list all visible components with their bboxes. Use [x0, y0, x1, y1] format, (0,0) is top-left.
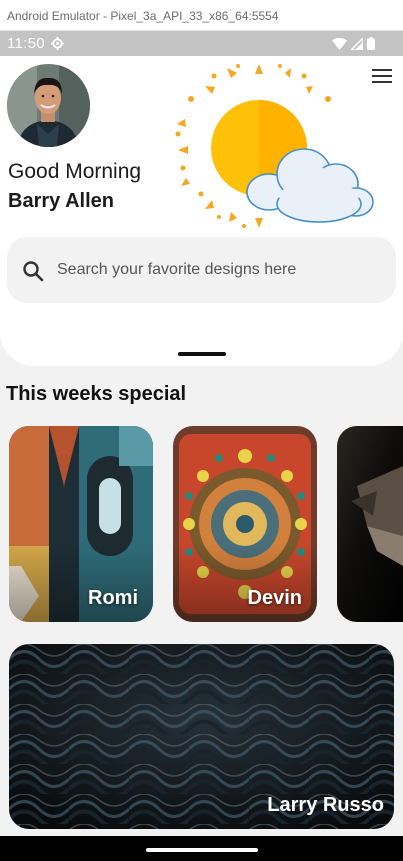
drag-handle[interactable] [178, 352, 226, 356]
cell-signal-icon [351, 37, 363, 50]
special-card-devin[interactable]: Devin [173, 426, 317, 622]
emulator-title-bar: Android Emulator - Pixel_3a_API_33_x86_6… [0, 0, 403, 31]
status-time: 11:50 [7, 35, 45, 52]
window-title: Android Emulator - Pixel_3a_API_33_x86_6… [7, 9, 279, 23]
special-card-partial[interactable] [337, 426, 403, 622]
search-icon [23, 261, 44, 282]
system-navigation-bar [0, 836, 403, 861]
avatar-photo [7, 64, 90, 147]
partly-sunny-icon [175, 64, 374, 228]
battery-icon [367, 37, 375, 50]
card-image [337, 426, 403, 622]
wifi-icon [332, 37, 347, 50]
greeting-text: Good Morning [8, 160, 142, 183]
avatar[interactable] [7, 64, 90, 147]
settings-gear-icon [51, 37, 64, 50]
section-title: This weeks special [6, 383, 187, 405]
status-bar: 11:50 [0, 31, 403, 56]
card-label: Devin [247, 587, 302, 609]
status-icons [332, 37, 375, 50]
featured-card-label: Larry Russo [267, 794, 384, 816]
app-screen: Good Morning Barry Allen Search your fav… [0, 56, 403, 836]
home-gesture-bar[interactable] [146, 848, 258, 852]
user-name: Barry Allen [8, 190, 114, 212]
header-card: Good Morning Barry Allen Search your fav… [0, 56, 403, 366]
card-label: Romi [88, 587, 138, 609]
featured-card-larry-russo[interactable]: Larry Russo [9, 644, 394, 829]
search-input[interactable]: Search your favorite designs here [57, 261, 296, 279]
special-card-romi[interactable]: Romi [9, 426, 153, 622]
search-bar[interactable]: Search your favorite designs here [7, 237, 396, 303]
